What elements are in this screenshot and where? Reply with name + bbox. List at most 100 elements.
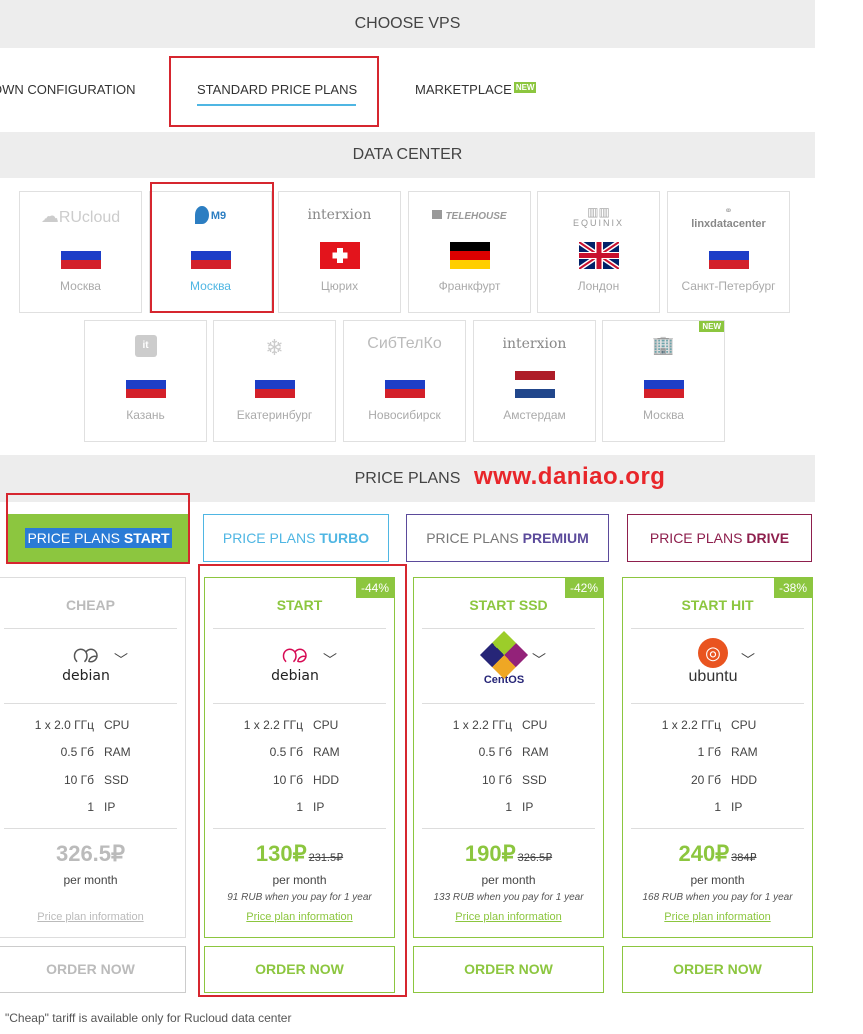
tab-marketplace[interactable]: MARKETPLACE NEW	[415, 82, 537, 97]
divider	[422, 828, 595, 829]
os-selector[interactable]: CentOS	[474, 630, 534, 690]
plan-name: CHEAP	[65, 597, 115, 613]
tab-own-configuration[interactable]: OWN CONFIGURATION	[0, 82, 135, 97]
order-now-button[interactable]: ORDER NOW	[622, 946, 813, 993]
datacenter-card[interactable]: it Казань	[84, 320, 207, 442]
datacenter-card[interactable]: СибТелКо Новосибирск	[343, 320, 466, 442]
datacenter-logo-text: EQUINIX	[572, 218, 624, 228]
datacenter-city: Санкт-Петербург	[681, 279, 776, 293]
datacenter-card[interactable]: ☁RUcloud Москва	[19, 191, 142, 313]
per-month-label: per month	[690, 873, 745, 887]
plan-tab-premium[interactable]: PRICE PLANS PREMIUM	[406, 514, 609, 562]
plan-tab-name: PREMIUM	[522, 530, 589, 546]
yearly-price-note: 133 RUB when you pay for 1 year	[433, 892, 584, 903]
yearly-price-note: 91 RUB when you pay for 1 year	[227, 892, 372, 903]
watermark-text: www.daniao.org	[474, 463, 666, 490]
flag-ru-icon	[126, 371, 166, 398]
spec-value: 10 Гб	[63, 773, 94, 787]
price-plan-info-link[interactable]: Price plan information	[0, 911, 185, 923]
old-price: 326.5₽	[517, 852, 553, 864]
price: 240₽	[678, 841, 730, 866]
datacenter-city: Амстердам	[503, 408, 566, 422]
spec-value: 1 x 2.2 ГГц	[452, 718, 512, 732]
tab-standard-price-plans[interactable]: STANDARD PRICE PLANS	[197, 82, 357, 97]
spec-unit: CPU	[313, 718, 339, 732]
datacenter-logo: interxion	[279, 206, 400, 234]
discount-badge: -42%	[564, 578, 603, 598]
plan-tab-start[interactable]: PRICE PLANS START	[7, 514, 190, 562]
spec-unit: RAM	[522, 745, 549, 759]
plan-tab-prefix: PRICE PLANS	[222, 530, 316, 546]
plan-tab-prefix: PRICE PLANS	[426, 530, 519, 546]
spec-value: 1	[87, 800, 94, 814]
chevron-down-icon[interactable]: ﹀	[114, 650, 128, 670]
datacenter-card[interactable]: 🏢 Москва NEW	[602, 320, 725, 442]
datacenter-card[interactable]: ▥▥ EQUINIX Лондон	[537, 191, 660, 313]
spec-value: 1	[714, 800, 721, 814]
datacenter-card[interactable]: interxion Амстердам	[473, 320, 596, 442]
spec-unit: HDD	[313, 773, 339, 787]
spec-value: 20 Гб	[690, 773, 721, 787]
os-selector[interactable]: ◎ ubuntu	[683, 638, 743, 690]
snowflake-icon: ❄	[265, 335, 284, 360]
itpark-logo-icon: it	[134, 335, 157, 357]
per-month-label: per month	[63, 873, 118, 887]
divider	[213, 703, 386, 704]
chevron-down-icon[interactable]: ﹀	[741, 650, 755, 670]
old-price: 231.5₽	[308, 852, 344, 864]
datacenter-logo: it	[85, 335, 206, 363]
os-selector[interactable]: ꩠ debian	[265, 638, 325, 690]
datacenter-city: Москва	[643, 408, 684, 422]
divider	[213, 628, 386, 629]
spec-value: 1	[505, 800, 512, 814]
data-center-header: DATA CENTER	[0, 132, 815, 178]
order-now-button[interactable]: ORDER NOW	[0, 946, 186, 993]
cloud-logo-icon: ☁	[40, 206, 59, 226]
datacenter-card[interactable]: ❄ Екатеринбург	[213, 320, 336, 442]
datacenter-logo-text: RUcloud	[58, 209, 121, 226]
plan-tab-turbo[interactable]: PRICE PLANS TURBO	[203, 514, 389, 562]
os-name: ubuntu	[688, 668, 738, 685]
new-badge: NEW	[513, 82, 537, 93]
flag-ru-icon	[385, 371, 425, 398]
datacenter-city: Франкфурт	[438, 279, 501, 293]
price-row: 240₽ 384₽	[623, 841, 812, 867]
datacenter-card[interactable]: TELEHOUSE Франкфурт	[408, 191, 531, 313]
price-plan-info-link[interactable]: Price plan information	[623, 911, 812, 923]
chevron-down-icon[interactable]: ﹀	[532, 650, 546, 670]
flag-de-icon	[450, 242, 490, 269]
datacenter-logo: ⚭ linxdatacenter	[668, 206, 789, 234]
datacenter-logo-text: interxion	[502, 336, 567, 352]
price-row: 326.5₽	[0, 841, 185, 867]
plan-tab-name: DRIVE	[746, 530, 790, 546]
plan-card-cheap: CHEAP ꩠ debian ﹀ 1 x 2.0 ГГц CPU 0.5 Гб RAM 10 Г…	[0, 577, 186, 938]
divider	[631, 628, 804, 629]
m9-logo-icon	[194, 206, 209, 225]
spec-value: 1 x 2.2 ГГц	[243, 718, 303, 732]
os-selector[interactable]: ꩠ debian	[56, 638, 116, 690]
price-plan-info-link[interactable]: Price plan information	[414, 911, 603, 923]
spec-value: 1 x 2.0 ГГц	[34, 718, 94, 732]
spec-unit: RAM	[731, 745, 758, 759]
choose-vps-header: CHOOSE VPS	[0, 0, 815, 48]
datacenter-card[interactable]: ⚭ linxdatacenter Санкт-Петербург	[667, 191, 790, 313]
per-month-label: per month	[481, 873, 536, 887]
price: 190₽	[464, 841, 516, 866]
plan-name: START SSD	[469, 597, 548, 613]
spec-unit: CPU	[104, 718, 130, 732]
datacenter-card[interactable]: interxion Цюрих	[278, 191, 401, 313]
price-plan-info-link[interactable]: Price plan information	[205, 911, 394, 923]
order-now-button[interactable]: ORDER NOW	[204, 946, 395, 993]
datacenter-card[interactable]: M9 Москва	[149, 191, 272, 313]
spec-value: 10 Гб	[272, 773, 303, 787]
divider	[631, 703, 804, 704]
plan-name: START	[276, 597, 323, 613]
per-month-label: per month	[272, 873, 327, 887]
chevron-down-icon[interactable]: ﹀	[323, 650, 337, 670]
order-now-button[interactable]: ORDER NOW	[413, 946, 604, 993]
datacenter-logo-text: СибТелКо	[367, 335, 442, 352]
spec-unit: IP	[731, 800, 743, 814]
plan-tab-name: START	[123, 530, 170, 546]
plan-tab-drive[interactable]: PRICE PLANS DRIVE	[627, 514, 812, 562]
plan-card-start-ssd: START SSD -42% CentOS ﹀ 1 x 2.2 ГГц CPU 0.5 Гб…	[413, 577, 604, 938]
